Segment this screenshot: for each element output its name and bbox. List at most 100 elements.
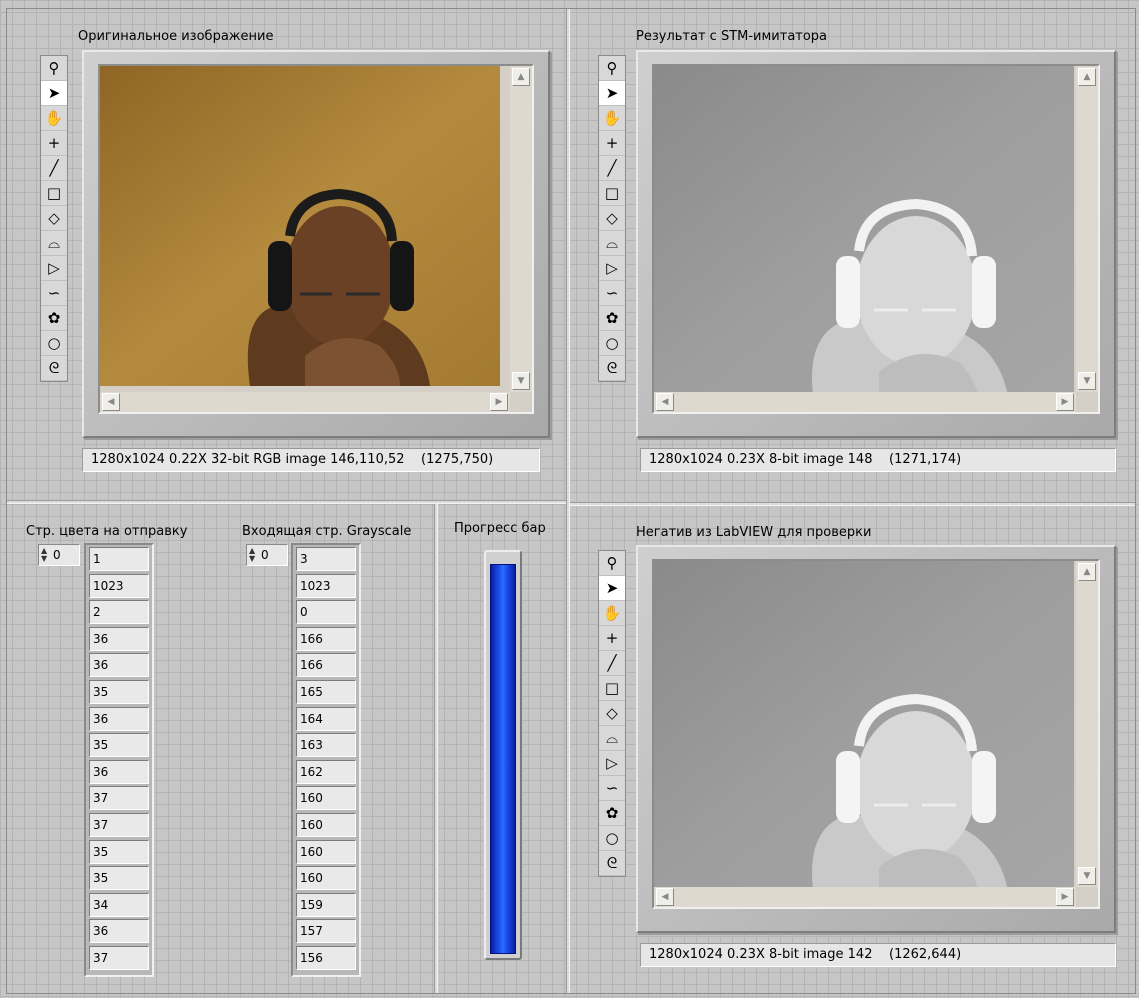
array-element[interactable]: 35 bbox=[89, 866, 149, 891]
array-element[interactable]: 1 bbox=[89, 547, 149, 571]
array-element[interactable]: 1023 bbox=[296, 573, 356, 598]
array-element[interactable]: 160 bbox=[296, 812, 356, 837]
original-vertical-scrollbar[interactable]: ▲ ▼ bbox=[510, 66, 532, 392]
array-element[interactable]: 157 bbox=[296, 919, 356, 944]
array-element[interactable]: 166 bbox=[296, 653, 356, 678]
array-element[interactable]: 160 bbox=[296, 866, 356, 891]
scroll-down-button[interactable]: ▼ bbox=[512, 372, 530, 390]
zoom-icon[interactable]: ⚲ bbox=[41, 56, 67, 81]
rectangle-icon[interactable]: □ bbox=[599, 181, 625, 206]
array-element[interactable]: 1023 bbox=[89, 573, 149, 598]
array-element[interactable]: 160 bbox=[296, 786, 356, 811]
line-icon[interactable]: ╱ bbox=[41, 156, 67, 181]
color-array-index-value[interactable]: 0 bbox=[53, 548, 61, 562]
spiral-icon[interactable]: ᘓ bbox=[599, 851, 625, 876]
annulus-icon[interactable]: ⌓ bbox=[599, 726, 625, 751]
scroll-left-button[interactable]: ◀ bbox=[656, 888, 674, 906]
array-element[interactable]: 0 bbox=[296, 600, 356, 625]
annulus-icon[interactable]: ⌓ bbox=[599, 231, 625, 256]
line-icon[interactable]: ╱ bbox=[599, 156, 625, 181]
array-element[interactable]: 36 bbox=[89, 759, 149, 784]
spiral-icon[interactable]: ᘓ bbox=[41, 356, 67, 381]
rectangle-icon[interactable]: □ bbox=[599, 676, 625, 701]
array-element[interactable]: 35 bbox=[89, 733, 149, 758]
array-element[interactable]: 36 bbox=[89, 626, 149, 651]
array-element[interactable]: 37 bbox=[89, 812, 149, 837]
array-element[interactable]: 3 bbox=[296, 547, 356, 571]
negative-canvas[interactable] bbox=[654, 561, 1074, 897]
pan-hand-icon[interactable]: ✋ bbox=[41, 106, 67, 131]
array-element[interactable]: 35 bbox=[89, 839, 149, 864]
oval-icon[interactable]: ○ bbox=[41, 331, 67, 356]
scroll-up-button[interactable]: ▲ bbox=[1078, 68, 1096, 86]
point-icon[interactable]: + bbox=[41, 131, 67, 156]
scroll-left-button[interactable]: ◀ bbox=[656, 393, 674, 411]
scroll-right-button[interactable]: ▶ bbox=[1056, 888, 1074, 906]
scroll-up-button[interactable]: ▲ bbox=[1078, 563, 1096, 581]
pointer-icon[interactable]: ➤ bbox=[599, 81, 625, 106]
index-spinner-icon[interactable]: ▲ ▼ bbox=[41, 547, 50, 563]
annulus-icon[interactable]: ⌓ bbox=[41, 231, 67, 256]
original-image-canvas[interactable] bbox=[100, 66, 500, 386]
array-element[interactable]: 35 bbox=[89, 679, 149, 704]
array-element[interactable]: 164 bbox=[296, 706, 356, 731]
negative-tool-palette: ⚲ ➤ ✋ + ╱ □ ◇ ⌓ ▷ ∽ ✿ ○ ᘓ bbox=[598, 550, 626, 877]
zoom-icon[interactable]: ⚲ bbox=[599, 56, 625, 81]
array-element[interactable]: 34 bbox=[89, 892, 149, 917]
scroll-up-button[interactable]: ▲ bbox=[512, 68, 530, 86]
array-element[interactable]: 2 bbox=[89, 600, 149, 625]
polygon-icon[interactable]: ▷ bbox=[599, 751, 625, 776]
pan-hand-icon[interactable]: ✋ bbox=[599, 601, 625, 626]
scroll-down-button[interactable]: ▼ bbox=[1078, 372, 1096, 390]
scroll-right-button[interactable]: ▶ bbox=[1056, 393, 1074, 411]
gray-array-index-value[interactable]: 0 bbox=[261, 548, 269, 562]
scroll-left-button[interactable]: ◀ bbox=[102, 393, 120, 411]
array-element[interactable]: 159 bbox=[296, 892, 356, 917]
stm-vertical-scrollbar[interactable]: ▲ ▼ bbox=[1076, 66, 1098, 392]
array-element[interactable]: 36 bbox=[89, 706, 149, 731]
scroll-right-button[interactable]: ▶ bbox=[490, 393, 508, 411]
point-icon[interactable]: + bbox=[599, 131, 625, 156]
index-spinner-icon[interactable]: ▲ ▼ bbox=[249, 547, 258, 563]
rotated-rect-icon[interactable]: ◇ bbox=[599, 206, 625, 231]
scroll-down-button[interactable]: ▼ bbox=[1078, 867, 1096, 885]
array-element[interactable]: 36 bbox=[89, 653, 149, 678]
freehand-line-icon[interactable]: ∽ bbox=[41, 281, 67, 306]
spiral-icon[interactable]: ᘓ bbox=[599, 356, 625, 381]
rectangle-icon[interactable]: □ bbox=[41, 181, 67, 206]
pointer-icon[interactable]: ➤ bbox=[41, 81, 67, 106]
array-element[interactable]: 166 bbox=[296, 626, 356, 651]
rotated-rect-icon[interactable]: ◇ bbox=[599, 701, 625, 726]
zoom-icon[interactable]: ⚲ bbox=[599, 551, 625, 576]
pan-hand-icon[interactable]: ✋ bbox=[599, 106, 625, 131]
freehand-region-icon[interactable]: ✿ bbox=[599, 306, 625, 331]
line-icon[interactable]: ╱ bbox=[599, 651, 625, 676]
array-element[interactable]: 160 bbox=[296, 839, 356, 864]
oval-icon[interactable]: ○ bbox=[599, 331, 625, 356]
freehand-line-icon[interactable]: ∽ bbox=[599, 776, 625, 801]
array-element[interactable]: 36 bbox=[89, 919, 149, 944]
freehand-line-icon[interactable]: ∽ bbox=[599, 281, 625, 306]
freehand-region-icon[interactable]: ✿ bbox=[41, 306, 67, 331]
array-element[interactable]: 156 bbox=[296, 945, 356, 970]
array-element[interactable]: 37 bbox=[89, 945, 149, 970]
progress-label: Прогресс бар bbox=[454, 521, 546, 536]
polygon-icon[interactable]: ▷ bbox=[41, 256, 67, 281]
negative-vertical-scrollbar[interactable]: ▲ ▼ bbox=[1076, 561, 1098, 887]
color-array-index[interactable]: ▲ ▼ 0 bbox=[38, 544, 80, 566]
stm-horizontal-scrollbar[interactable]: ◀ ▶ bbox=[654, 392, 1076, 412]
pointer-icon[interactable]: ➤ bbox=[599, 576, 625, 601]
polygon-icon[interactable]: ▷ bbox=[599, 256, 625, 281]
array-element[interactable]: 163 bbox=[296, 733, 356, 758]
rotated-rect-icon[interactable]: ◇ bbox=[41, 206, 67, 231]
negative-horizontal-scrollbar[interactable]: ◀ ▶ bbox=[654, 887, 1076, 907]
point-icon[interactable]: + bbox=[599, 626, 625, 651]
stm-result-canvas[interactable] bbox=[654, 66, 1074, 402]
array-element[interactable]: 165 bbox=[296, 679, 356, 704]
original-horizontal-scrollbar[interactable]: ◀ ▶ bbox=[100, 392, 510, 412]
gray-array-index[interactable]: ▲ ▼ 0 bbox=[246, 544, 288, 566]
array-element[interactable]: 37 bbox=[89, 786, 149, 811]
freehand-region-icon[interactable]: ✿ bbox=[599, 801, 625, 826]
oval-icon[interactable]: ○ bbox=[599, 826, 625, 851]
array-element[interactable]: 162 bbox=[296, 759, 356, 784]
